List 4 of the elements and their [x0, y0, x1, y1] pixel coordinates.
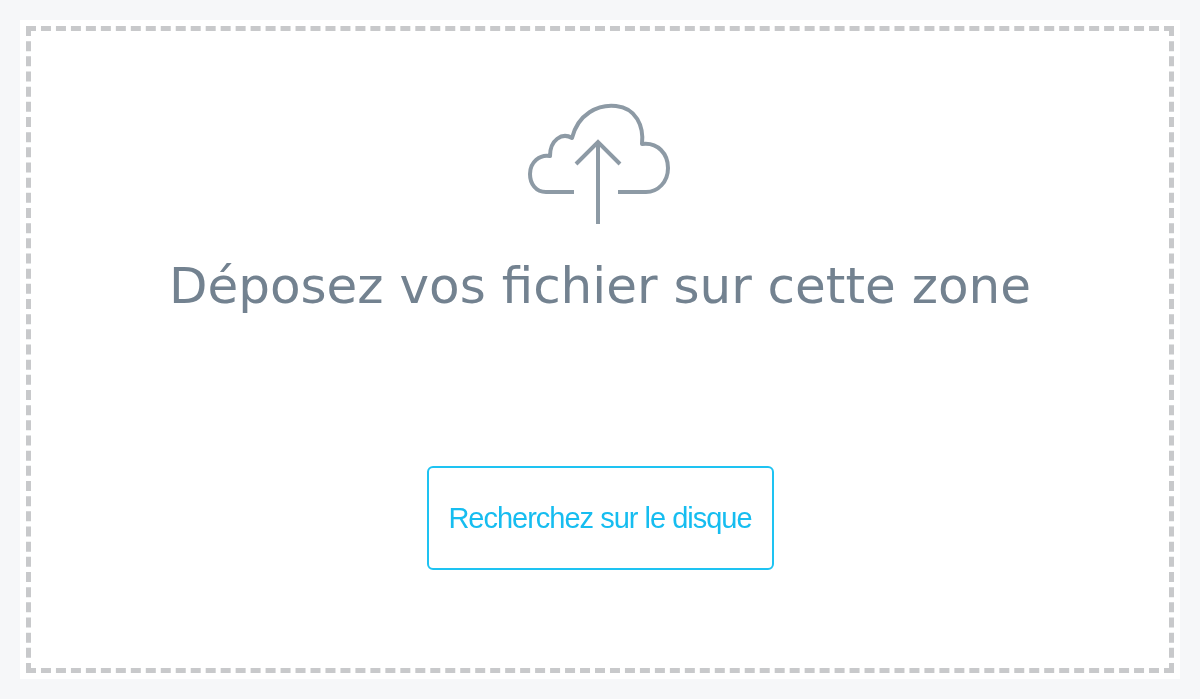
browse-button[interactable]: Recherchez sur le disque [426, 466, 774, 570]
drop-heading: Déposez vos fichier sur cette zone [168, 256, 1031, 316]
cloud-upload-icon [528, 102, 672, 226]
drop-zone[interactable]: Déposez vos fichier sur cette zone Recherchez sur le disque [26, 26, 1174, 673]
